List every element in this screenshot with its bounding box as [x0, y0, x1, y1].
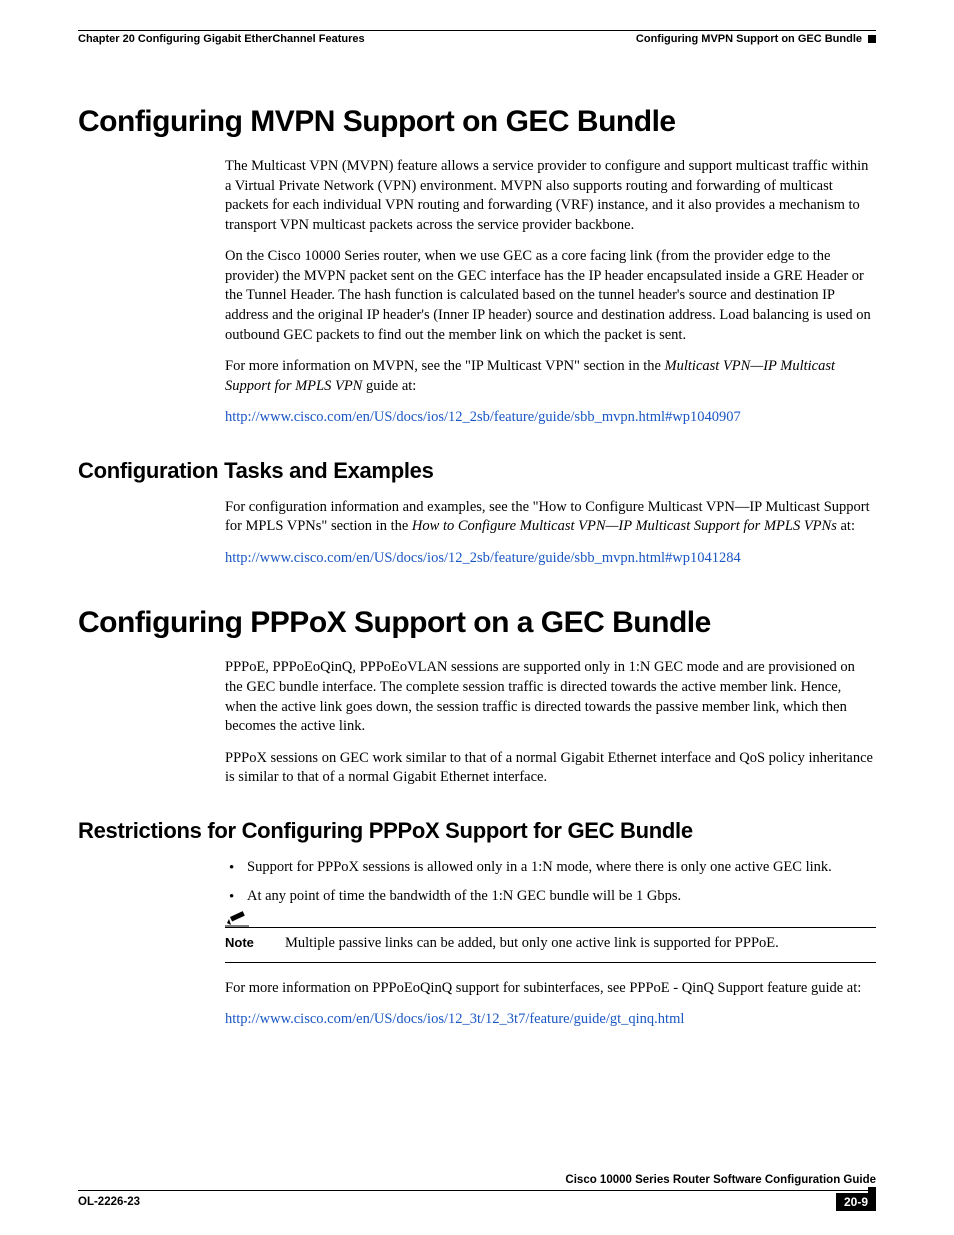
h1-pppox: Configuring PPPoX Support on a GEC Bundl…: [78, 606, 876, 640]
link-para: http://www.cisco.com/en/US/docs/ios/12_2…: [225, 408, 876, 428]
restrictions-list: Support for PPPoX sessions is allowed on…: [225, 858, 876, 907]
para: PPPoX sessions on GEC work similar to th…: [225, 749, 876, 788]
section2-body: PPPoE, PPPoEoQinQ, PPPoEoVLAN sessions a…: [225, 658, 876, 787]
list-item: At any point of time the bandwidth of th…: [225, 887, 876, 907]
page-footer: Cisco 10000 Series Router Software Confi…: [78, 1192, 876, 1211]
section1sub-body: For configuration information and exampl…: [225, 498, 876, 569]
section2sub-body: Support for PPPoX sessions is allowed on…: [225, 858, 876, 1030]
note-text: Multiple passive links can be added, but…: [285, 934, 779, 954]
para: For more information on PPPoEoQinQ suppo…: [225, 979, 876, 999]
page: Chapter 20 Configuring Gigabit EtherChan…: [0, 0, 954, 1235]
pencil-icon: [225, 909, 251, 927]
header-square-icon: [868, 35, 876, 43]
para: The Multicast VPN (MVPN) feature allows …: [225, 157, 876, 235]
link-mvpn-1[interactable]: http://www.cisco.com/en/US/docs/ios/12_2…: [225, 409, 741, 425]
chapter-title: Chapter 20 Configuring Gigabit EtherChan…: [78, 33, 365, 45]
list-item: Support for PPPoX sessions is allowed on…: [225, 858, 876, 878]
note-block: Note Multiple passive links can be added…: [225, 927, 876, 963]
para: PPPoE, PPPoEoQinQ, PPPoEoVLAN sessions a…: [225, 658, 876, 736]
footer-rule: [78, 1190, 876, 1191]
footer-doc-id: OL-2226-23: [78, 1196, 140, 1208]
h1-mvpn: Configuring MVPN Support on GEC Bundle: [78, 105, 876, 139]
footer-guide-title: Cisco 10000 Series Router Software Confi…: [78, 1174, 876, 1186]
link-para: http://www.cisco.com/en/US/docs/ios/12_2…: [225, 549, 876, 569]
main-content: Configuring MVPN Support on GEC Bundle T…: [78, 45, 876, 1030]
para: For configuration information and exampl…: [225, 498, 876, 537]
h2-restrictions: Restrictions for Configuring PPPoX Suppo…: [78, 818, 876, 844]
section-title-header: Configuring MVPN Support on GEC Bundle: [636, 33, 862, 45]
link-mvpn-2[interactable]: http://www.cisco.com/en/US/docs/ios/12_2…: [225, 550, 741, 566]
link-qinq[interactable]: http://www.cisco.com/en/US/docs/ios/12_3…: [225, 1011, 684, 1027]
section1-body: The Multicast VPN (MVPN) feature allows …: [225, 157, 876, 428]
para: On the Cisco 10000 Series router, when w…: [225, 247, 876, 345]
h2-config-tasks: Configuration Tasks and Examples: [78, 458, 876, 484]
para: For more information on MVPN, see the "I…: [225, 357, 876, 396]
link-para: http://www.cisco.com/en/US/docs/ios/12_3…: [225, 1010, 876, 1030]
footer-page-number: 20-9: [836, 1193, 876, 1211]
running-header: Chapter 20 Configuring Gigabit EtherChan…: [78, 33, 876, 45]
note-label: Note: [225, 934, 254, 952]
header-rule: [78, 30, 876, 31]
